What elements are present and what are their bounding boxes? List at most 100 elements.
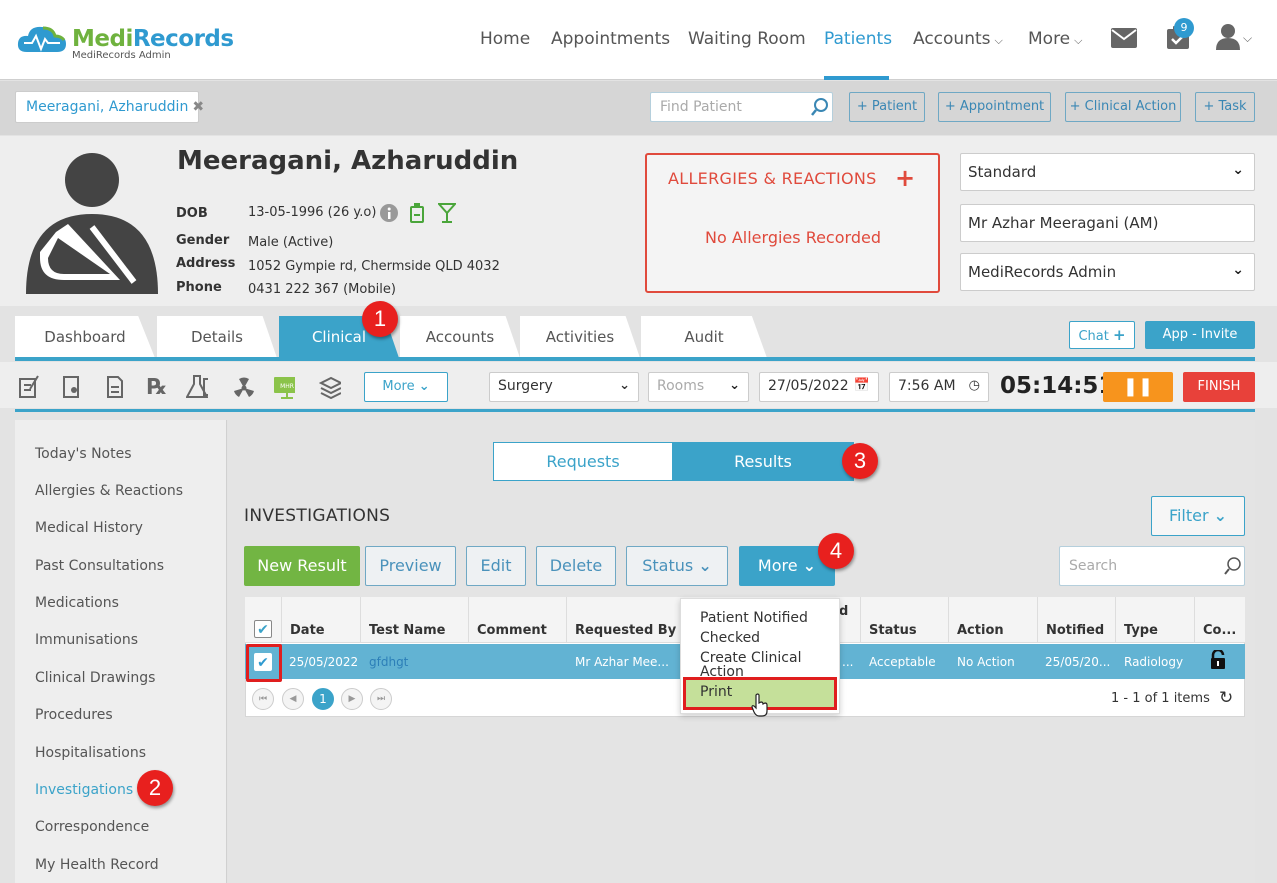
add-task-button[interactable]: + Task (1195, 92, 1255, 122)
segment-requests[interactable]: Requests (493, 442, 673, 481)
preview-button[interactable]: Preview (365, 546, 456, 586)
search-icon[interactable] (811, 98, 829, 116)
nav-more[interactable]: More ⌵ (1028, 29, 1083, 49)
page-first-button[interactable]: ⏮ (252, 688, 274, 710)
menu-past-consultations[interactable]: Past Consultations (35, 558, 164, 574)
unlock-icon[interactable] (1210, 650, 1226, 669)
menu-item-checked[interactable]: Checked (700, 631, 760, 645)
search-icon[interactable] (1224, 557, 1242, 575)
open-patient-chip[interactable]: Meeragani, Azharuddin ✖ (15, 91, 204, 123)
organisation-select[interactable]: MediRecords Admin ⌄ (960, 253, 1255, 291)
column-action[interactable]: Action (957, 623, 1004, 638)
nav-home[interactable]: Home (480, 29, 530, 49)
prescription-rx-icon[interactable]: ℞ (146, 375, 168, 400)
page-next-button[interactable]: ▶ (341, 688, 363, 710)
brand-logo[interactable]: MediRecords (72, 26, 234, 52)
add-allergy-plus-icon[interactable]: + (895, 164, 915, 192)
app-invite-button[interactable]: App - Invite (1145, 321, 1255, 349)
notes-icon[interactable] (18, 375, 40, 399)
column-test-name[interactable]: Test Name (369, 623, 445, 638)
tab-activities[interactable]: Activities (520, 316, 640, 358)
svg-text:MHR: MHR (280, 383, 294, 390)
cell-partial: ... (842, 655, 854, 669)
find-patient-input[interactable]: Find Patient (650, 92, 833, 122)
consult-date-input[interactable]: 27/05/2022 📅 (759, 372, 879, 402)
referral-icon[interactable] (104, 375, 126, 399)
menu-medications[interactable]: Medications (35, 595, 119, 611)
close-icon[interactable]: ✖ (192, 99, 204, 115)
edit-button[interactable]: Edit (466, 546, 526, 586)
select-all-checkbox[interactable]: ✔ (254, 620, 272, 638)
menu-item-print[interactable]: Print (700, 685, 732, 699)
menu-todays-notes[interactable]: Today's Notes (35, 446, 132, 462)
column-comment[interactable]: Comment (477, 623, 547, 638)
menu-correspondence[interactable]: Correspondence (35, 819, 149, 835)
menu-hospitalisations[interactable]: Hospitalisations (35, 745, 146, 761)
menu-item-create-clinical-action[interactable]: Create Clinical (700, 651, 801, 665)
page-prev-button[interactable]: ◀ (282, 688, 304, 710)
tab-audit[interactable]: Audit (641, 316, 767, 358)
new-result-button[interactable]: New Result (244, 546, 360, 586)
column-date[interactable]: Date (290, 623, 325, 638)
tab-details[interactable]: Details (157, 316, 277, 358)
add-clinical-action-button[interactable]: + Clinical Action (1065, 92, 1181, 122)
menu-immunisations[interactable]: Immunisations (35, 632, 138, 648)
cloud-logo-icon[interactable] (15, 22, 69, 56)
finish-button[interactable]: FINISH (1183, 372, 1255, 402)
page-number-button[interactable]: 1 (312, 688, 334, 710)
column-status[interactable]: Status (869, 623, 917, 638)
tab-dashboard[interactable]: Dashboard (15, 316, 155, 358)
delete-button[interactable]: Delete (536, 546, 616, 586)
column-notified[interactable]: Notified (1046, 623, 1104, 638)
user-account-icon[interactable] (1216, 24, 1240, 50)
segment-results[interactable]: Results (672, 442, 854, 481)
calendar-icon[interactable]: 📅 (854, 378, 870, 393)
cell-test-name-link[interactable]: gfdhgt (369, 655, 408, 669)
practitioner-field[interactable]: Mr Azhar Meeragani (AM) (960, 204, 1255, 242)
chevron-down-icon[interactable]: ⌵ (1243, 31, 1252, 46)
nav-waiting-room[interactable]: Waiting Room (688, 29, 806, 49)
column-requested-by[interactable]: Requested By (575, 623, 676, 638)
radiology-icon[interactable] (233, 375, 255, 399)
pathology-flask-icon[interactable] (186, 375, 208, 399)
tab-accounts[interactable]: Accounts (400, 316, 520, 358)
mhr-icon[interactable]: MHR (273, 375, 295, 399)
alcohol-status-icon[interactable] (438, 203, 456, 223)
column-partial-header[interactable]: d (839, 604, 848, 619)
menu-item-patient-notified[interactable]: Patient Notified (700, 611, 808, 625)
column-confidential[interactable]: Co... (1203, 623, 1236, 638)
menu-medical-history[interactable]: Medical History (35, 520, 143, 536)
menu-procedures[interactable]: Procedures (35, 707, 113, 723)
info-icon[interactable] (380, 204, 398, 222)
clock-icon[interactable]: ◷ (969, 378, 980, 393)
callout-4: 4 (818, 533, 854, 569)
education-books-icon[interactable] (319, 375, 341, 399)
consult-type-select[interactable]: Standard ⌄ (960, 153, 1255, 191)
refresh-icon[interactable]: ↻ (1219, 688, 1233, 708)
filter-button[interactable]: Filter ⌄ (1151, 496, 1245, 536)
add-appointment-button[interactable]: + Appointment (938, 92, 1051, 122)
nav-accounts[interactable]: Accounts ⌵ (913, 29, 1003, 49)
location-select[interactable]: Surgery ⌄ (489, 372, 639, 402)
gender-value: Male (Active) (248, 235, 334, 250)
chevron-down-icon: ⌄ (619, 378, 630, 393)
pause-button[interactable]: ❚❚ (1103, 372, 1173, 402)
column-type[interactable]: Type (1124, 623, 1158, 638)
menu-clinical-drawings[interactable]: Clinical Drawings (35, 670, 155, 686)
results-search-input[interactable]: Search (1059, 546, 1245, 586)
chat-button[interactable]: Chat + (1069, 321, 1135, 349)
status-button[interactable]: Status ⌄ (626, 546, 728, 586)
nav-patients[interactable]: Patients (824, 29, 892, 49)
toolbar-more-button[interactable]: More ⌄ (364, 372, 448, 402)
menu-allergies-reactions[interactable]: Allergies & Reactions (35, 483, 183, 499)
menu-my-health-record[interactable]: My Health Record (35, 857, 159, 873)
rooms-select[interactable]: Rooms ⌄ (648, 372, 749, 402)
add-patient-button[interactable]: + Patient (849, 92, 925, 122)
mail-icon[interactable] (1111, 28, 1137, 48)
certificate-icon[interactable] (61, 375, 83, 399)
nav-appointments[interactable]: Appointments (551, 29, 670, 49)
smoking-status-icon[interactable] (410, 203, 424, 223)
menu-investigations[interactable]: Investigations (35, 782, 133, 798)
consult-time-input[interactable]: 7:56 AM ◷ (889, 372, 989, 402)
page-last-button[interactable]: ⏭ (370, 688, 392, 710)
